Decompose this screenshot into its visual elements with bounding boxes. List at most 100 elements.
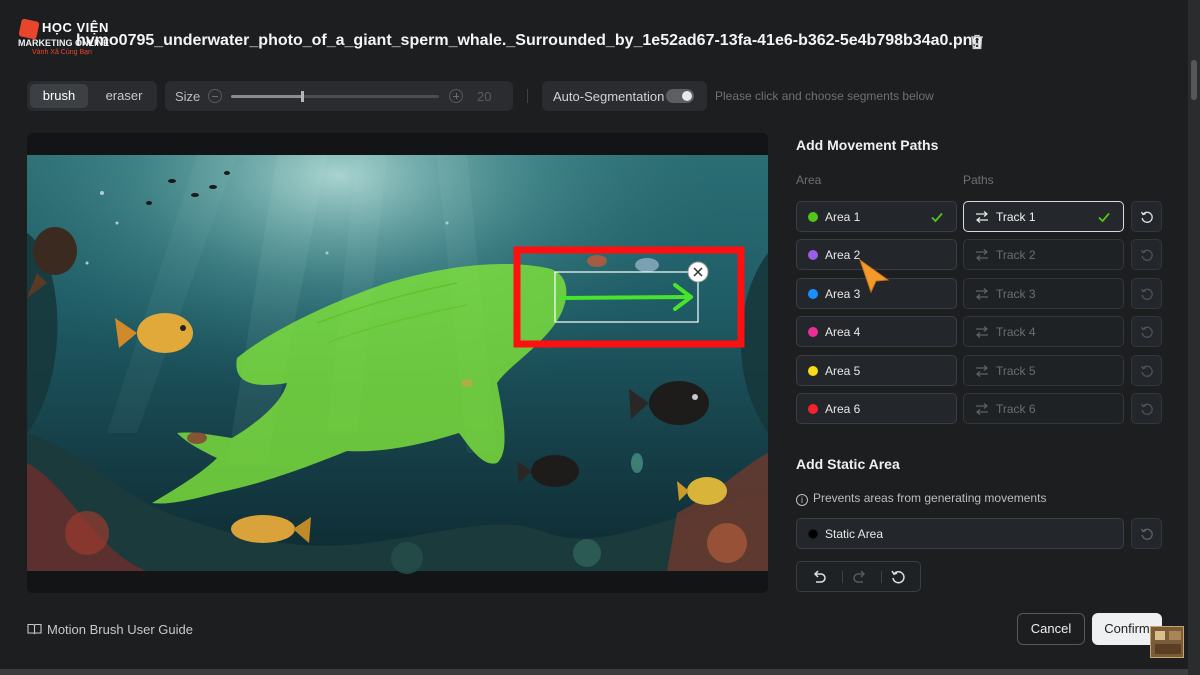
corner-thumbnail [1150,626,1184,658]
thumb-block [1155,644,1181,654]
area-button-5[interactable]: Area 5 [796,355,957,386]
track-button-6[interactable]: Track 6 [963,393,1124,424]
area-label: Area 5 [825,364,861,378]
auto-segmentation-control: Auto-Segmentation [542,81,707,111]
reset-icon [1140,288,1153,300]
area-label: Area 3 [825,287,861,301]
area-label: Area 4 [825,325,861,339]
area-button-1[interactable]: Area 1 [796,201,957,232]
path-arrows-icon [976,326,988,338]
reset-icon [1140,528,1153,540]
movement-paths-title: Add Movement Paths [796,137,939,153]
area-label: Area 2 [825,248,861,262]
history-separator [842,571,843,583]
size-value: 20 [477,89,492,104]
vertical-scrollbar[interactable] [1188,0,1200,675]
static-reset-button[interactable] [1131,518,1162,549]
size-label: Size [175,89,201,104]
check-icon [931,212,943,223]
track-label: Track 2 [996,248,1036,262]
movement-arrow[interactable] [559,295,689,300]
path-arrows-icon [976,403,988,415]
area-color-dot [808,212,818,222]
track-button-5[interactable]: Track 5 [963,355,1124,386]
static-area-title: Add Static Area [796,456,900,472]
toolbar-divider [527,89,528,103]
area-color-dot [808,289,818,299]
area-color-dot [808,327,818,337]
cancel-button[interactable]: Cancel [1017,613,1085,645]
reset-track-button-3[interactable] [1131,278,1162,309]
reset-track-button-4[interactable] [1131,316,1162,347]
brush-button[interactable]: brush [30,84,88,108]
toggle-knob [682,91,692,101]
track-button-3[interactable]: Track 3 [963,278,1124,309]
logo-mark-icon [18,18,40,40]
scrollbar-thumb[interactable] [1191,60,1197,100]
path-arrows-icon [976,249,988,261]
undo-icon[interactable] [811,569,827,585]
underwater-scene[interactable] [27,133,768,593]
area-label: Area 6 [825,402,861,416]
size-control: Size 20 [165,81,513,111]
size-slider-fill [231,95,302,98]
area-column-label: Area [796,173,822,187]
track-label: Track 3 [996,287,1036,301]
reset-icon [1140,249,1153,261]
reset-track-button-1[interactable] [1131,201,1162,232]
check-icon [1098,212,1110,223]
reset-track-button-6[interactable] [1131,393,1162,424]
size-slider-handle[interactable] [300,91,304,102]
plus-icon[interactable] [449,89,463,103]
area-button-6[interactable]: Area 6 [796,393,957,424]
track-button-1[interactable]: Track 1 [963,201,1124,232]
user-guide-link[interactable]: Motion Brush User Guide [27,622,193,637]
reset-all-icon[interactable] [890,569,906,585]
logo-line3: Vành Xã Cùng Bạn [32,49,92,56]
paths-column-label: Paths [963,173,994,187]
reset-icon [1140,326,1153,338]
motion-brush-modal: HỌC VIỆN MARKETING ONLINE Vành Xã Cùng B… [0,0,1188,675]
track-label: Track 1 [996,210,1036,224]
track-button-4[interactable]: Track 4 [963,316,1124,347]
reset-icon [1140,211,1153,223]
track-label: Track 5 [996,364,1036,378]
static-area-button[interactable]: Static Area [796,518,1124,549]
history-separator [881,571,882,583]
auto-segmentation-label: Auto-Segmentation [553,89,665,104]
horizontal-scrollbar[interactable] [0,669,1188,675]
static-area-dot [808,529,818,539]
minus-icon[interactable] [208,89,222,103]
area-color-dot [808,366,818,376]
reset-track-button-5[interactable] [1131,355,1162,386]
static-area-label: Static Area [825,527,884,541]
tool-switch: brush eraser [27,81,157,111]
eraser-button[interactable]: eraser [94,84,154,108]
area-button-4[interactable]: Area 4 [796,316,957,347]
close-path-icon[interactable] [687,261,709,283]
segment-hint: Please click and choose segments below [715,89,934,103]
track-button-2[interactable]: Track 2 [963,239,1124,270]
area-label: Area 1 [825,210,861,224]
book-icon [27,623,42,635]
static-info-text: Prevents areas from generating movements [813,491,1047,505]
history-controls [796,561,921,592]
reset-icon [1140,365,1153,377]
area-color-dot [808,250,818,260]
static-info: i Prevents areas from generating movement… [796,491,1046,506]
thumb-block [1155,631,1165,640]
path-arrows-icon [976,365,988,377]
mouse-pointer-icon [859,258,890,294]
thumb-block [1169,631,1181,640]
trash-icon[interactable] [970,34,984,50]
path-arrows-icon [976,288,988,300]
path-arrows-icon [976,211,988,223]
image-canvas[interactable] [27,133,768,593]
size-slider[interactable] [231,91,439,102]
track-label: Track 4 [996,325,1036,339]
area-color-dot [808,404,818,414]
auto-segmentation-toggle[interactable] [666,89,694,103]
reset-icon [1140,403,1153,415]
redo-icon[interactable] [852,569,868,585]
reset-track-button-2[interactable] [1131,239,1162,270]
